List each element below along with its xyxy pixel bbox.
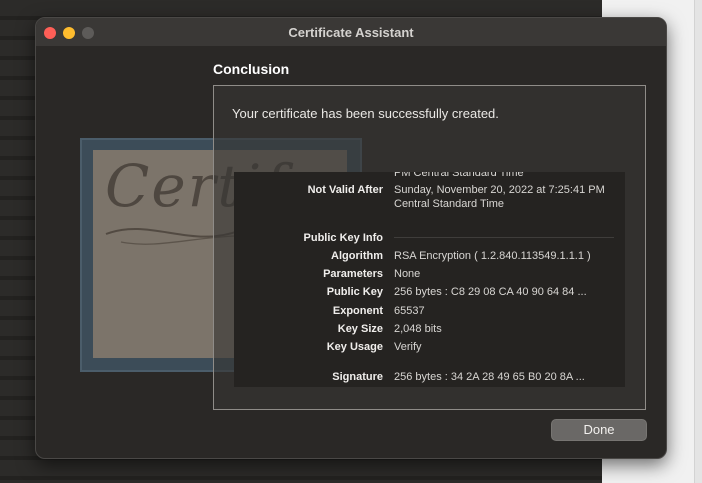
detail-value-key-usage: Verify (394, 341, 422, 353)
detail-label-key-size: Key Size (337, 323, 383, 335)
detail-section-public-key-info: Public Key Info (303, 232, 383, 244)
certificate-assistant-window: Certificate Assistant Certif Conclusion … (35, 17, 667, 459)
detail-value-parameters: None (394, 268, 421, 280)
detail-label-not-valid-after: Not Valid After (307, 184, 383, 196)
title-bar: Certificate Assistant (36, 18, 666, 46)
detail-value-clipped: PM Central Standard Time (394, 172, 524, 179)
detail-value-key-size: 2,048 bits (394, 323, 442, 335)
section-heading: Conclusion (213, 61, 290, 77)
detail-value-not-valid-after: Sunday, November 20, 2022 at 7:25:41 PM … (394, 184, 605, 210)
detail-value-exponent: 65537 (394, 305, 425, 317)
detail-value-public-key: 256 bytes : C8 29 08 CA 40 90 64 84 ... (394, 286, 587, 298)
detail-label-exponent: Exponent (332, 305, 383, 317)
window-title: Certificate Assistant (288, 25, 414, 40)
success-message: Your certificate has been successfully c… (232, 106, 499, 121)
detail-divider (394, 237, 614, 238)
certificate-details-view[interactable]: PM Central Standard Time Not Valid After… (234, 172, 625, 387)
detail-value-signature: 256 bytes : 34 2A 28 49 65 B0 20 8A ... (394, 371, 585, 383)
detail-label-parameters: Parameters (323, 268, 383, 280)
detail-label-public-key: Public Key (326, 286, 383, 298)
detail-value-algorithm: RSA Encryption ( 1.2.840.113549.1.1.1 ) (394, 250, 591, 262)
detail-label-algorithm: Algorithm (331, 250, 383, 262)
scrollbar-track (694, 0, 702, 483)
detail-label-signature: Signature (332, 371, 383, 383)
detail-label-key-usage: Key Usage (326, 341, 383, 353)
done-button[interactable]: Done (551, 419, 647, 441)
conclusion-panel: Your certificate has been successfully c… (213, 85, 646, 410)
